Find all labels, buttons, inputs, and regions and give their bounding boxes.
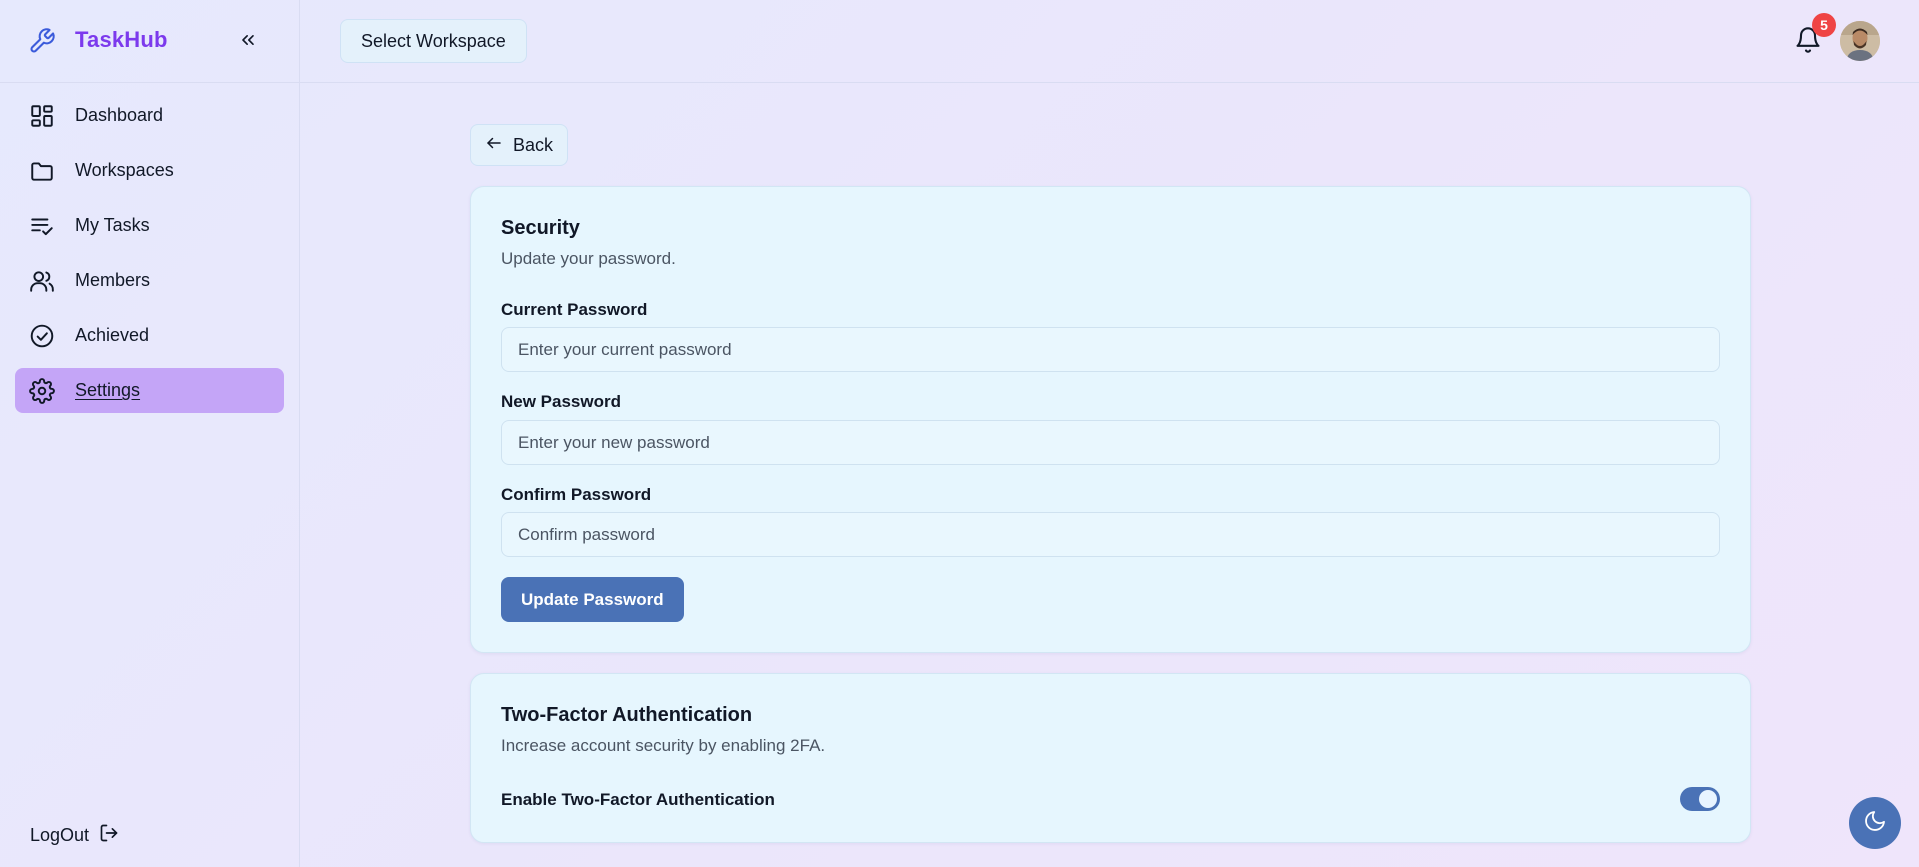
users-icon <box>29 268 55 294</box>
list-check-icon <box>29 213 55 239</box>
select-workspace-button[interactable]: Select Workspace <box>340 19 527 63</box>
logout-icon <box>99 823 119 848</box>
sidebar-item-workspaces[interactable]: Workspaces <box>15 148 284 193</box>
security-description: Update your password. <box>501 249 676 268</box>
sidebar-item-label: Dashboard <box>75 105 164 125</box>
sidebar-item-achieved[interactable]: Achieved <box>15 313 284 358</box>
moon-icon <box>1863 809 1887 838</box>
current-password-label: Current Password <box>501 300 648 319</box>
theme-toggle-button[interactable] <box>1849 797 1901 849</box>
confirm-password-input[interactable] <box>501 512 1720 557</box>
two-factor-toggle[interactable] <box>1680 787 1720 811</box>
confirm-password-label: Confirm Password <box>501 485 652 504</box>
sidebar-item-label: Settings <box>75 380 141 400</box>
back-button[interactable]: Back <box>470 124 569 166</box>
folder-icon <box>29 158 55 184</box>
two-factor-card: Two-Factor Authentication Increase accou… <box>470 673 1751 843</box>
update-password-button[interactable]: Update Password <box>501 577 684 622</box>
sidebar-nav: Dashboard Workspaces My Tasks Members Ac… <box>15 93 284 423</box>
logout-button[interactable]: LogOut <box>30 823 119 848</box>
two-factor-description: Increase account security by enabling 2F… <box>501 736 826 755</box>
sidebar-item-settings[interactable]: Settings <box>15 368 284 413</box>
sidebar-item-members[interactable]: Members <box>15 258 284 303</box>
sidebar-item-my-tasks[interactable]: My Tasks <box>15 203 284 248</box>
toggle-knob <box>1699 790 1717 808</box>
sidebar-item-label: Members <box>75 270 151 290</box>
arrow-left-icon <box>485 134 503 157</box>
brand-bar: TaskHub <box>0 0 300 83</box>
two-factor-title: Two-Factor Authentication <box>501 704 753 726</box>
current-password-input[interactable] <box>501 327 1720 372</box>
wrench-icon <box>28 27 56 55</box>
brand-name: TaskHub <box>75 27 168 52</box>
notification-badge: 5 <box>1812 13 1836 37</box>
dashboard-grid-icon <box>29 103 55 129</box>
back-label: Back <box>513 134 554 155</box>
sidebar: TaskHub Dashboard Workspaces My Tasks Me… <box>0 0 300 867</box>
top-header: Select Workspace 5 <box>300 0 1919 83</box>
security-card: Security Update your password. Current P… <box>470 186 1751 653</box>
new-password-label: New Password <box>501 392 621 411</box>
logout-label: LogOut <box>30 825 90 845</box>
security-title: Security <box>501 217 580 239</box>
check-circle-icon <box>29 323 55 349</box>
new-password-input[interactable] <box>501 420 1720 465</box>
two-factor-toggle-label: Enable Two-Factor Authentication <box>501 790 775 809</box>
avatar[interactable] <box>1840 21 1880 61</box>
chevrons-left-icon[interactable] <box>236 28 260 52</box>
sidebar-item-dashboard[interactable]: Dashboard <box>15 93 284 138</box>
sidebar-item-label: Workspaces <box>75 160 174 180</box>
sidebar-item-label: My Tasks <box>75 215 150 235</box>
gear-icon <box>29 378 55 404</box>
sidebar-item-label: Achieved <box>75 325 150 345</box>
